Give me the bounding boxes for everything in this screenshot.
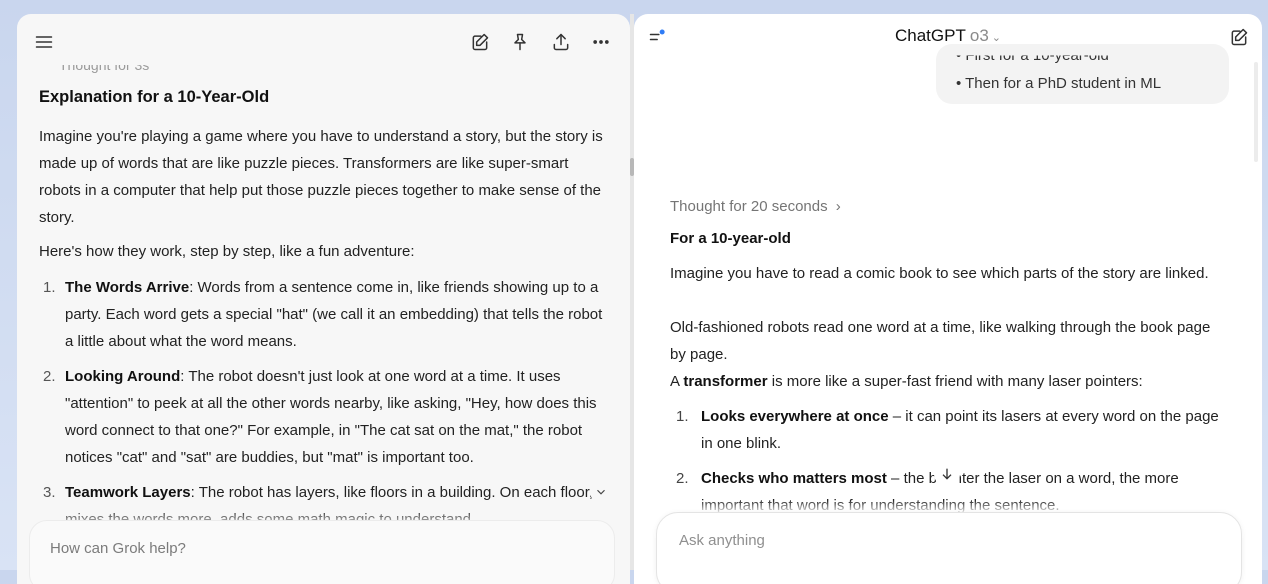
point-title: Checks who matters most <box>701 470 887 487</box>
chevron-down-icon: ⌄ <box>991 32 1001 44</box>
steps-list: 1. The Words Arrive: Words from a senten… <box>39 274 614 541</box>
step-title: Teamwork Layers <box>65 484 191 501</box>
list-item: 1. The Words Arrive: Words from a senten… <box>39 274 614 355</box>
list-number: 2. <box>676 470 689 487</box>
pin-icon[interactable] <box>509 31 531 53</box>
response-lead-in: Here's how they work, step by step, like… <box>39 243 415 260</box>
model-selector[interactable]: ChatGPT o3 ⌄ <box>634 26 1262 46</box>
chatgpt-prompt-box[interactable] <box>656 512 1242 584</box>
menu-icon[interactable] <box>33 31 55 53</box>
more-icon[interactable] <box>590 31 612 53</box>
share-icon[interactable] <box>550 31 572 53</box>
thought-summary[interactable]: Thought for 3s <box>59 65 149 73</box>
app-title: ChatGPT <box>895 26 966 45</box>
user-message-line: • Then for a PhD student in ML <box>956 75 1162 92</box>
list-number: 1. <box>43 279 56 296</box>
step-title: The Words Arrive <box>65 279 190 296</box>
response-paragraph: Imagine you have to read a comic book to… <box>670 265 1209 282</box>
response-heading: Explanation for a 10-Year-Old <box>39 88 270 106</box>
new-chat-icon[interactable] <box>1228 26 1250 48</box>
scrollbar[interactable] <box>1254 62 1258 162</box>
response-heading: For a 10-year-old <box>670 230 791 247</box>
response-intro: Imagine you're playing a game where you … <box>39 128 603 226</box>
list-number: 2. <box>43 368 56 385</box>
list-item: 1. Looks everywhere at once – it can poi… <box>670 403 1225 457</box>
list-item: 2. Looking Around: The robot doesn't jus… <box>39 363 614 471</box>
chatgpt-prompt-input[interactable] <box>677 531 1221 550</box>
step-title: Looking Around <box>65 368 181 385</box>
point-title: Looks everywhere at once <box>701 408 889 425</box>
response-paragraph: A transformer is more like a super-fast … <box>670 368 1225 395</box>
arrow-down-icon[interactable] <box>934 461 960 487</box>
user-message-bubble: • First for a 10-year-old • Then for a P… <box>936 44 1229 104</box>
text-fragment: A <box>670 373 684 390</box>
grok-pane: Thought for 3s Explanation for a 10-Year… <box>17 14 630 584</box>
chevron-right-icon: › <box>835 198 841 215</box>
thought-summary[interactable]: Thought for 20 seconds › <box>670 198 841 215</box>
list-number: 1. <box>676 408 689 425</box>
list-number: 3. <box>43 484 56 501</box>
response-paragraph: Old-fashioned robots read one word at a … <box>670 319 1211 363</box>
model-name: o3 <box>969 26 989 45</box>
new-chat-icon[interactable] <box>469 31 491 53</box>
text-fragment: is more like a super-fast friend with ma… <box>767 373 1143 390</box>
user-message-line: • First for a 10-year-old <box>956 47 1109 65</box>
grok-prompt-input[interactable] <box>48 539 592 558</box>
chevron-down-icon[interactable] <box>590 481 612 503</box>
chatgpt-pane: ChatGPT o3 ⌄ • First for a 10-year-old • T… <box>634 14 1262 584</box>
thought-label: Thought for 20 seconds <box>670 198 828 215</box>
grok-prompt-box[interactable] <box>29 520 615 584</box>
bold-term: transformer <box>683 373 768 390</box>
